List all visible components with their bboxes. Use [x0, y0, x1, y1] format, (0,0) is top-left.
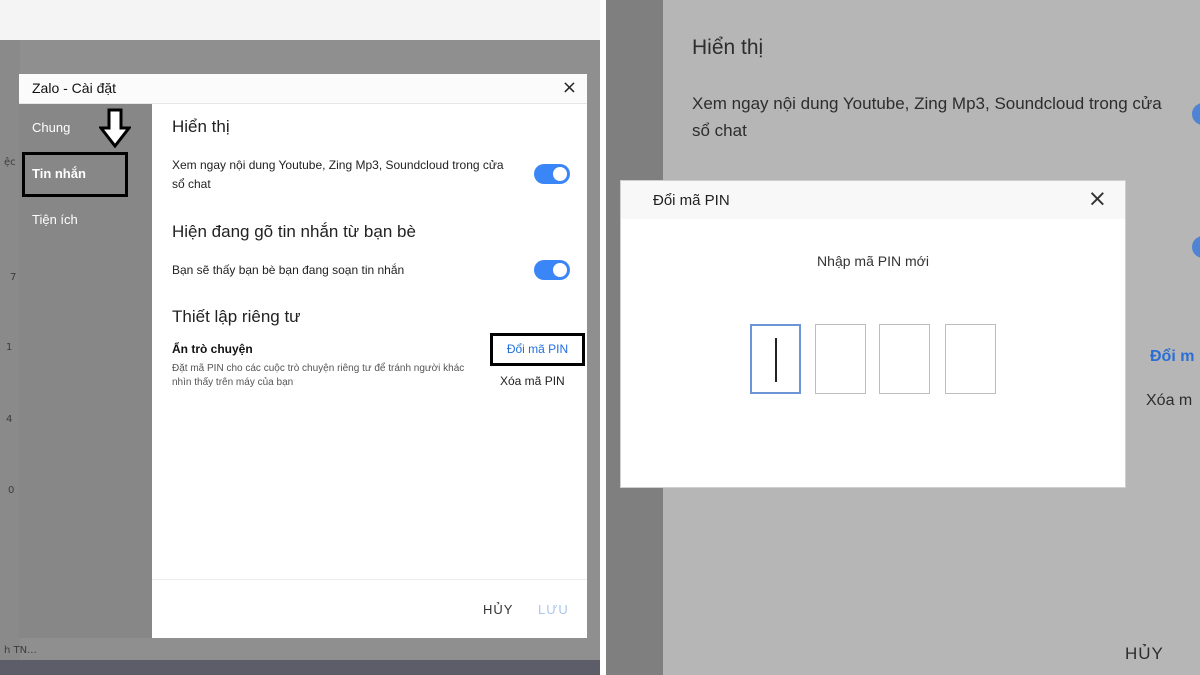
background-window-edge — [0, 40, 20, 675]
settings-titlebar: Zalo - Cài đặt × — [19, 74, 587, 104]
option-typing-indicator-label: Bạn sẽ thấy bạn bè bạn đang soạn tin nhắ… — [172, 263, 405, 277]
background-text-fragment: h TN... — [4, 645, 37, 656]
close-icon[interactable]: × — [562, 77, 577, 98]
delete-pin-button[interactable]: Xóa mã PIN — [500, 374, 565, 388]
media-preview-toggle[interactable] — [534, 164, 570, 184]
background-cancel-button: HỦY — [1125, 644, 1164, 663]
background-toggle — [1192, 236, 1200, 258]
hide-chat-title: Ẩn trò chuyện — [172, 342, 253, 356]
pin-digit-2-input[interactable] — [815, 324, 866, 394]
dialog-titlebar: Đổi mã PIN × — [621, 181, 1125, 219]
pin-digit-3-input[interactable] — [879, 324, 930, 394]
settings-content: Hiển thị Xem ngay nội dung Youtube, Zing… — [152, 104, 587, 638]
sidebar-item-chung[interactable]: Chung — [32, 120, 70, 135]
sidebar-item-tien-ich[interactable]: Tiện ích — [32, 212, 78, 227]
pin-digit-1-input[interactable] — [750, 324, 801, 394]
background-change-pin-link: Đổi m — [1150, 348, 1195, 365]
left-screenshot-panel: ệc 7 1 0 4 h TN... Zalo - Cài đặt × Chun… — [0, 0, 600, 675]
option-media-preview-label: Xem ngay nội dung Youtube, Zing Mp3, Sou… — [172, 158, 504, 191]
taskbar-strip — [0, 660, 600, 675]
change-pin-dialog: Đổi mã PIN × Nhập mã PIN mới — [620, 180, 1126, 488]
settings-window: Zalo - Cài đặt × Chung Tin nhắn Tiện ích… — [19, 74, 587, 638]
divider — [152, 579, 587, 580]
cancel-button[interactable]: HỦY — [483, 602, 513, 617]
background-text-fragment: ệc — [4, 157, 16, 168]
background-text-fragment: 1 — [6, 342, 13, 353]
highlight-box — [22, 152, 128, 197]
close-icon[interactable]: × — [1088, 186, 1107, 212]
pin-digit-4-input[interactable] — [945, 324, 996, 394]
background-window-top — [0, 0, 600, 40]
background-delete-pin-link: Xóa m — [1146, 392, 1193, 409]
typing-indicator-toggle[interactable] — [534, 260, 570, 280]
save-button[interactable]: LƯU — [538, 602, 569, 617]
pin-prompt-label: Nhập mã PIN mới — [817, 253, 929, 269]
change-pin-button[interactable]: Đổi mã PIN — [490, 333, 585, 366]
background-text-fragment: 7 — [10, 272, 17, 283]
text-caret — [775, 338, 777, 382]
section-heading-typing: Hiện đang gõ tin nhắn từ bạn bè — [172, 222, 416, 241]
background-toggle — [1192, 103, 1200, 125]
hide-chat-description: Đặt mã PIN cho các cuộc trò chuyện riêng… — [172, 363, 465, 388]
section-heading-display: Hiển thị — [172, 117, 230, 136]
arrow-down-icon — [99, 108, 131, 148]
background-option-text: Xem ngay nội dung Youtube, Zing Mp3, Sou… — [692, 94, 1162, 140]
background-text-fragment: 0 — [8, 485, 15, 496]
right-screenshot-panel: Hiển thị Xem ngay nội dung Youtube, Zing… — [606, 0, 1200, 675]
window-title: Zalo - Cài đặt — [32, 80, 117, 96]
section-heading-privacy: Thiết lập riêng tư — [172, 307, 301, 326]
background-section-heading: Hiển thị — [692, 36, 764, 59]
dialog-title: Đổi mã PIN — [653, 192, 730, 209]
settings-sidebar: Chung Tin nhắn Tiện ích — [19, 104, 152, 638]
background-text-fragment: 4 — [6, 414, 13, 425]
